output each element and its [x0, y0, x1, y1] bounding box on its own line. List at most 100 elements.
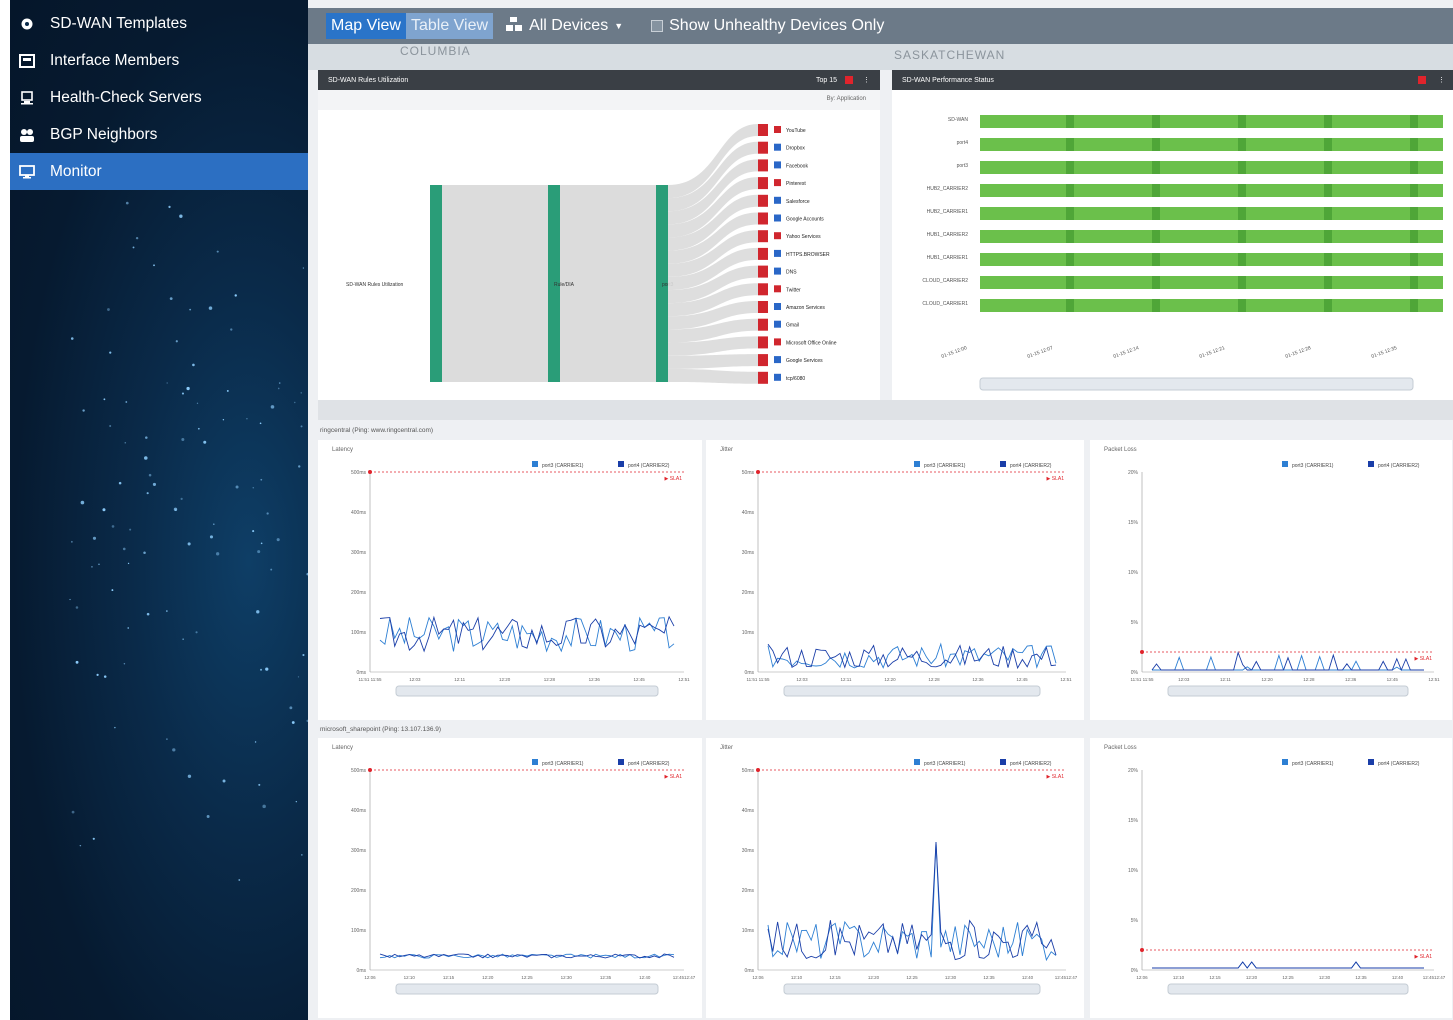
x-tick: 12:11 — [454, 677, 465, 682]
star-dot — [102, 508, 106, 512]
x-tick: 12:06 — [752, 975, 764, 980]
star-dot — [192, 363, 195, 367]
star-dot — [166, 738, 168, 741]
x-tick: 12:15 — [829, 975, 841, 980]
scroll-range — [1167, 983, 1409, 995]
star-dot — [181, 438, 185, 442]
star-dot — [127, 562, 130, 565]
legend-label: port3 (CARRIER1) — [542, 463, 584, 469]
star-dot — [125, 201, 129, 205]
y-tick: 50ms — [742, 470, 755, 476]
y-tick: 40ms — [742, 808, 755, 814]
x-tick: 12:06 — [364, 975, 376, 980]
sla-label: ▶ SLA1 — [665, 774, 683, 780]
x-tick: 12:30 — [945, 975, 957, 980]
star-dot — [222, 419, 225, 421]
star-dot — [278, 382, 281, 384]
star-dot — [69, 598, 71, 601]
x-tick: 12:10 — [791, 975, 803, 980]
y-tick: 0ms — [357, 670, 367, 676]
x-tick: 12:40 — [1392, 975, 1404, 980]
legend-label: port3 (CARRIER1) — [1292, 761, 1334, 767]
y-tick: 400ms — [351, 808, 367, 814]
sidebar-nav: SD-WAN Templates Interface Members Healt… — [10, 0, 308, 1020]
x-tick: 12:20 — [482, 975, 494, 980]
star-dot — [153, 264, 155, 267]
legend-label: port4 (CARRIER2) — [1378, 463, 1420, 469]
y-tick: 20ms — [742, 888, 755, 894]
legend-swatch — [1000, 759, 1006, 765]
x-tick: 12:20 — [499, 677, 511, 682]
sidebar-item-health-check-servers[interactable]: Health-Check Servers — [10, 79, 308, 116]
star-dot — [260, 542, 263, 545]
y-tick: 50ms — [742, 768, 755, 774]
star-dot — [298, 465, 301, 468]
y-tick: 300ms — [351, 550, 367, 556]
x-tick: 12:35 — [600, 975, 612, 980]
x-tick: 12:28 — [928, 677, 940, 682]
scroll-range — [395, 685, 659, 697]
star-dot — [258, 783, 261, 786]
star-dot — [270, 405, 275, 409]
sidebar-item-sdwan-templates[interactable]: SD-WAN Templates — [10, 5, 308, 42]
y-tick: 100ms — [351, 630, 367, 636]
legend-swatch — [532, 461, 538, 467]
star-dot — [252, 487, 255, 489]
star-dot — [135, 236, 139, 240]
x-tick: 12:36 — [589, 677, 601, 682]
sla-label: ▶ SLA1 — [1415, 656, 1433, 662]
star-dot — [259, 422, 262, 425]
star-dot — [291, 721, 295, 724]
star-dot — [226, 389, 229, 392]
star-dot — [148, 473, 152, 477]
star-dot — [98, 563, 100, 566]
x-tick: 12:28 — [1303, 677, 1315, 682]
star-dot — [196, 402, 199, 405]
legend-swatch — [1368, 461, 1374, 467]
star-dot — [300, 425, 303, 428]
y-tick: 10% — [1128, 570, 1139, 576]
x-tick: 12:10 — [404, 975, 416, 980]
legend-swatch — [1282, 461, 1288, 467]
y-tick: 0% — [1131, 670, 1139, 676]
star-dot — [145, 436, 148, 439]
y-tick: 20% — [1128, 768, 1139, 774]
x-tick: 11:51 11:55 — [746, 677, 770, 682]
star-dot — [246, 418, 248, 420]
x-tick: 12:06 — [1136, 975, 1148, 980]
star-dot — [125, 401, 128, 403]
star-dot — [300, 854, 303, 856]
x-tick: 12:35 — [1355, 975, 1367, 980]
y-tick: 0ms — [357, 968, 367, 974]
sidebar-item-interface-members[interactable]: Interface Members — [10, 42, 308, 79]
star-dot — [132, 246, 135, 249]
x-tick: 12:51 — [678, 677, 690, 682]
star-dot — [75, 606, 79, 609]
sidebar-item-label: Monitor — [50, 162, 102, 180]
legend-label: port3 (CARRIER1) — [924, 463, 966, 469]
x-tick: 11:51 11:55 — [358, 677, 382, 682]
star-dot — [295, 801, 297, 803]
legend-label: port3 (CARRIER1) — [542, 761, 584, 767]
star-dot — [96, 673, 99, 676]
sidebar-item-bgp-neighbors[interactable]: BGP Neighbors — [10, 116, 308, 153]
star-dot — [169, 297, 173, 301]
x-tick: 12:25 — [906, 975, 918, 980]
sidebar-item-label: BGP Neighbors — [50, 125, 158, 143]
star-dot — [172, 748, 176, 752]
y-tick: 40ms — [742, 510, 755, 516]
x-tick: 12:20 — [884, 677, 896, 682]
chart-title: Packet Loss — [1104, 745, 1137, 751]
sla-label: ▶ SLA1 — [1047, 774, 1065, 780]
star-dot — [234, 294, 237, 297]
sidebar-item-monitor[interactable]: Monitor — [10, 153, 308, 190]
star-dot — [187, 542, 191, 546]
chart-title: Jitter — [720, 745, 733, 751]
star-dot — [265, 667, 269, 671]
x-tick: 12:36 — [972, 677, 984, 682]
sla-label: ▶ SLA1 — [665, 476, 683, 482]
star-dot — [122, 547, 126, 551]
y-tick: 0ms — [745, 968, 755, 974]
legend-swatch — [532, 759, 538, 765]
x-tick: 12:36 — [1345, 677, 1357, 682]
